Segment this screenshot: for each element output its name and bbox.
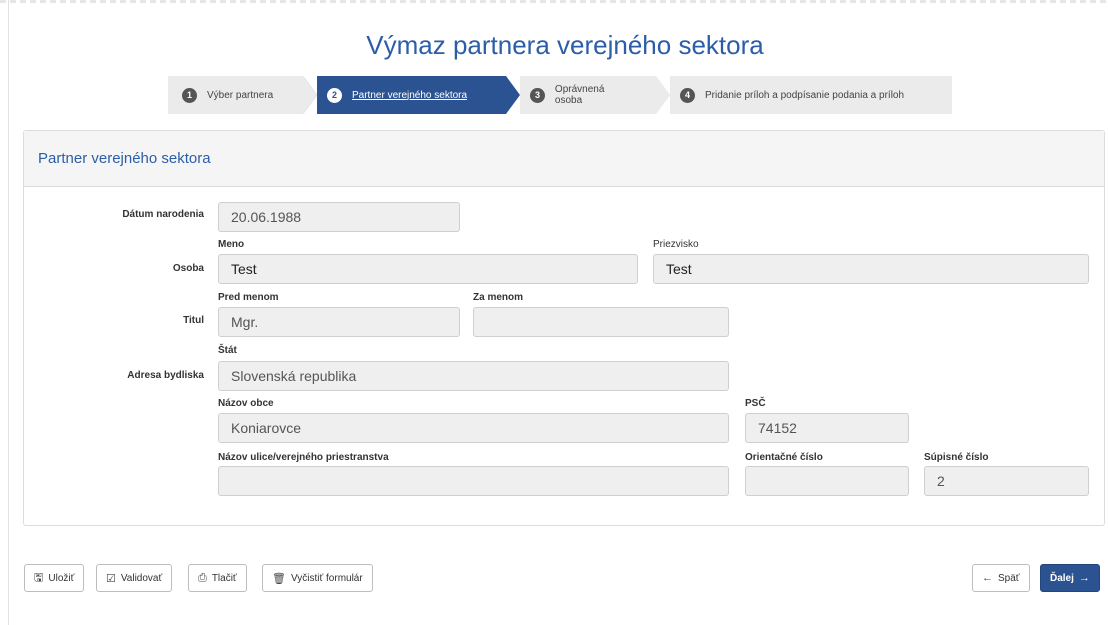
- step-label: Oprávnená osoba: [554, 84, 605, 106]
- orientation-number-label: Orientačné číslo: [745, 452, 823, 463]
- print-button-label: Tlačiť: [211, 572, 237, 584]
- step-arrow: [303, 76, 317, 114]
- page-title: Výmaz partnera verejného sektora: [366, 30, 764, 60]
- check-square-icon: ☑: [106, 572, 116, 585]
- clear-form-button[interactable]: 🗑 Vyčistiť formulár: [262, 564, 373, 592]
- step-arrow: [656, 76, 670, 114]
- back-button-label: Späť: [998, 572, 1020, 584]
- birth-date-field[interactable]: 20.06.1988: [218, 202, 460, 232]
- step-3[interactable]: 3 Oprávnená osoba: [506, 76, 670, 114]
- orientation-number-field[interactable]: [745, 466, 909, 496]
- next-button[interactable]: Ďalej →: [1040, 564, 1100, 592]
- title-after-field[interactable]: [473, 307, 729, 337]
- street-field[interactable]: [218, 466, 729, 496]
- top-border: [0, 0, 1108, 3]
- register-number-field[interactable]: 2: [924, 466, 1089, 496]
- title-after-label: Za menom: [473, 292, 524, 303]
- first-name-label: Meno: [218, 239, 245, 250]
- register-number-label: Súpisné číslo: [924, 452, 989, 463]
- validate-button[interactable]: ☑ Validovať: [96, 564, 173, 592]
- step-label: Partner verejného sektora: [352, 89, 468, 101]
- title-label: Titul: [183, 315, 204, 326]
- birth-date-label: Dátum narodenia: [122, 209, 204, 220]
- clear-form-button-label: Vyčistiť formulár: [290, 572, 363, 584]
- street-label: Názov ulice/verejného priestranstva: [218, 452, 389, 463]
- step-1[interactable]: 1 Výber partnera: [168, 76, 317, 114]
- title-before-label: Pred menom: [218, 292, 279, 303]
- step-label: Výber partnera: [207, 89, 274, 101]
- step-label: Pridanie príloh a podpísanie podania a p…: [705, 89, 905, 101]
- step-4[interactable]: 4 Pridanie príloh a podpísanie podania a…: [656, 76, 952, 114]
- municipality-label: Názov obce: [218, 398, 274, 409]
- step-number: 2: [327, 87, 342, 103]
- country-label: Štát: [218, 345, 237, 356]
- arrow-right-icon: →: [1078, 572, 1090, 584]
- municipality-field[interactable]: Koniarovce: [218, 413, 729, 443]
- zip-label: PSČ: [745, 398, 766, 409]
- floppy-disk-icon: 🖫: [34, 571, 44, 584]
- next-button-label: Ďalej: [1050, 572, 1074, 584]
- title-before-field[interactable]: Mgr.: [218, 307, 460, 337]
- wizard-stepper: 1 Výber partnera 2 Partner verejného sek…: [168, 76, 952, 114]
- printer-icon: ⎙: [198, 571, 207, 584]
- save-button-label: Uložiť: [48, 572, 75, 584]
- zip-field[interactable]: 74152: [745, 413, 909, 443]
- left-frame-line: [8, 0, 9, 625]
- first-name-field[interactable]: Test: [218, 254, 638, 284]
- step-number: 3: [530, 87, 545, 103]
- step-number: 4: [680, 87, 695, 103]
- back-button[interactable]: ← Späť: [972, 564, 1030, 592]
- person-label: Osoba: [172, 263, 204, 274]
- step-arrow: [506, 76, 520, 114]
- last-name-label: Priezvisko: [653, 239, 699, 250]
- print-button[interactable]: ⎙ Tlačiť: [188, 564, 247, 592]
- last-name-field[interactable]: Test: [653, 254, 1089, 284]
- address-label: Adresa bydliska: [127, 370, 204, 381]
- country-field[interactable]: Slovenská republika: [218, 361, 729, 391]
- trash-icon: 🗑: [272, 572, 286, 585]
- save-button[interactable]: 🖫 Uložiť: [24, 564, 85, 592]
- arrow-left-icon: ←: [982, 572, 993, 584]
- step-number: 1: [182, 87, 197, 103]
- section-title: Partner verejného sektora: [24, 131, 1104, 187]
- step-2[interactable]: 2 Partner verejného sektora: [303, 76, 520, 114]
- validate-button-label: Validovať: [120, 572, 163, 584]
